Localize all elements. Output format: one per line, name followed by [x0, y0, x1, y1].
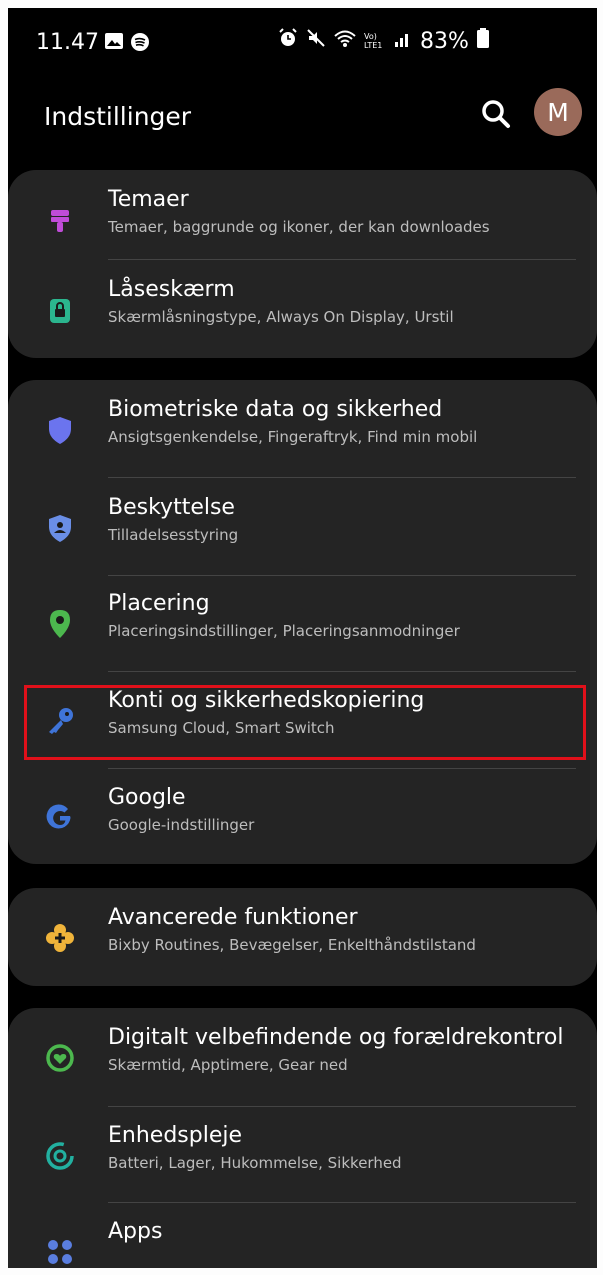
setting-title: Apps — [108, 1219, 163, 1244]
privacy-shield-icon — [44, 512, 76, 544]
battery-icon — [476, 28, 489, 54]
battery-percent: 83% — [420, 28, 469, 54]
device-care-icon — [44, 1140, 76, 1172]
setting-title: Google — [108, 785, 186, 810]
status-right: Vo) LTE1 83% — [278, 28, 489, 54]
setting-item-apps[interactable]: Apps — [8, 1202, 597, 1268]
setting-item-beskyttelse[interactable]: Beskyttelse Tilladelsesstyring — [8, 478, 597, 574]
setting-title: Låseskærm — [108, 277, 235, 302]
setting-item-temaer[interactable]: Temaer Temaer, baggrunde og ikoner, der … — [8, 170, 597, 266]
location-pin-icon — [44, 608, 76, 640]
setting-item-placering[interactable]: Placering Placeringsindstillinger, Place… — [8, 574, 597, 670]
signal-icon — [394, 29, 412, 54]
theme-brush-icon — [44, 204, 76, 236]
shield-icon — [44, 414, 76, 446]
status-time: 11.47 — [36, 30, 99, 55]
settings-group: Avancerede funktioner Bixby Routines, Be… — [8, 888, 597, 986]
setting-title: Enhedspleje — [108, 1123, 243, 1148]
setting-subtitle: Google-indstillinger — [108, 816, 255, 834]
setting-item-google[interactable]: Google Google-indstillinger — [8, 768, 597, 864]
setting-title: Beskyttelse — [108, 495, 235, 520]
setting-item-biometrics[interactable]: Biometriske data og sikkerhed Ansigtsgen… — [8, 380, 597, 476]
setting-item-avancerede[interactable]: Avancerede funktioner Bixby Routines, Be… — [8, 888, 597, 984]
advanced-gear-plus-icon — [44, 922, 76, 954]
setting-subtitle: Ansigtsgenkendelse, Fingeraftryk, Find m… — [108, 428, 478, 446]
google-g-icon — [44, 802, 76, 834]
wellbeing-heart-icon — [44, 1042, 76, 1074]
setting-item-laaseskaerm[interactable]: Låseskærm Skærmlåsningstype, Always On D… — [8, 260, 597, 356]
lock-screen-icon — [44, 294, 76, 326]
phone-screen: 11.47 Vo) LTE1 83% Indstillinger M Temae… — [8, 8, 597, 1268]
setting-subtitle: Batteri, Lager, Hukommelse, Sikkerhed — [108, 1154, 402, 1172]
setting-title: Avancerede funktioner — [108, 905, 358, 930]
settings-group: Digitalt velbefindende og forældrekontro… — [8, 1008, 597, 1268]
network-label: Vo) LTE1 — [364, 32, 383, 50]
setting-item-enhedspleje[interactable]: Enhedspleje Batteri, Lager, Hukommelse, … — [8, 1106, 597, 1202]
settings-group: Biometriske data og sikkerhed Ansigtsgen… — [8, 380, 597, 864]
setting-subtitle: Skærmtid, Apptimere, Gear ned — [108, 1056, 348, 1074]
spotify-icon — [130, 32, 150, 56]
setting-subtitle: Skærmlåsningstype, Always On Display, Ur… — [108, 308, 454, 326]
setting-title: Digitalt velbefindende og forældrekontro… — [108, 1025, 564, 1050]
setting-title: Placering — [108, 591, 210, 616]
mute-icon — [306, 28, 326, 54]
setting-title: Temaer — [108, 187, 189, 212]
setting-subtitle: Tilladelsesstyring — [108, 526, 239, 544]
setting-subtitle: Bixby Routines, Bevægelser, Enkelthåndst… — [108, 936, 476, 954]
setting-subtitle: Placeringsindstillinger, Placeringsanmod… — [108, 622, 460, 640]
settings-group: Temaer Temaer, baggrunde og ikoner, der … — [8, 170, 597, 358]
highlight-box — [24, 685, 586, 760]
setting-title: Biometriske data og sikkerhed — [108, 397, 443, 422]
wifi-icon — [334, 29, 356, 54]
status-bar: 11.47 Vo) LTE1 83% — [8, 8, 597, 68]
page-title: Indstillinger — [44, 102, 192, 131]
avatar-initial: M — [547, 97, 569, 127]
app-bar: Indstillinger M — [8, 88, 597, 148]
apps-grid-icon — [44, 1236, 76, 1268]
avatar[interactable]: M — [534, 88, 582, 136]
search-icon[interactable] — [480, 98, 512, 130]
setting-subtitle: Temaer, baggrunde og ikoner, der kan dow… — [108, 218, 490, 236]
alarm-icon — [278, 28, 298, 54]
setting-item-wellbeing[interactable]: Digitalt velbefindende og forældrekontro… — [8, 1008, 597, 1104]
gallery-notification-icon — [104, 32, 124, 54]
